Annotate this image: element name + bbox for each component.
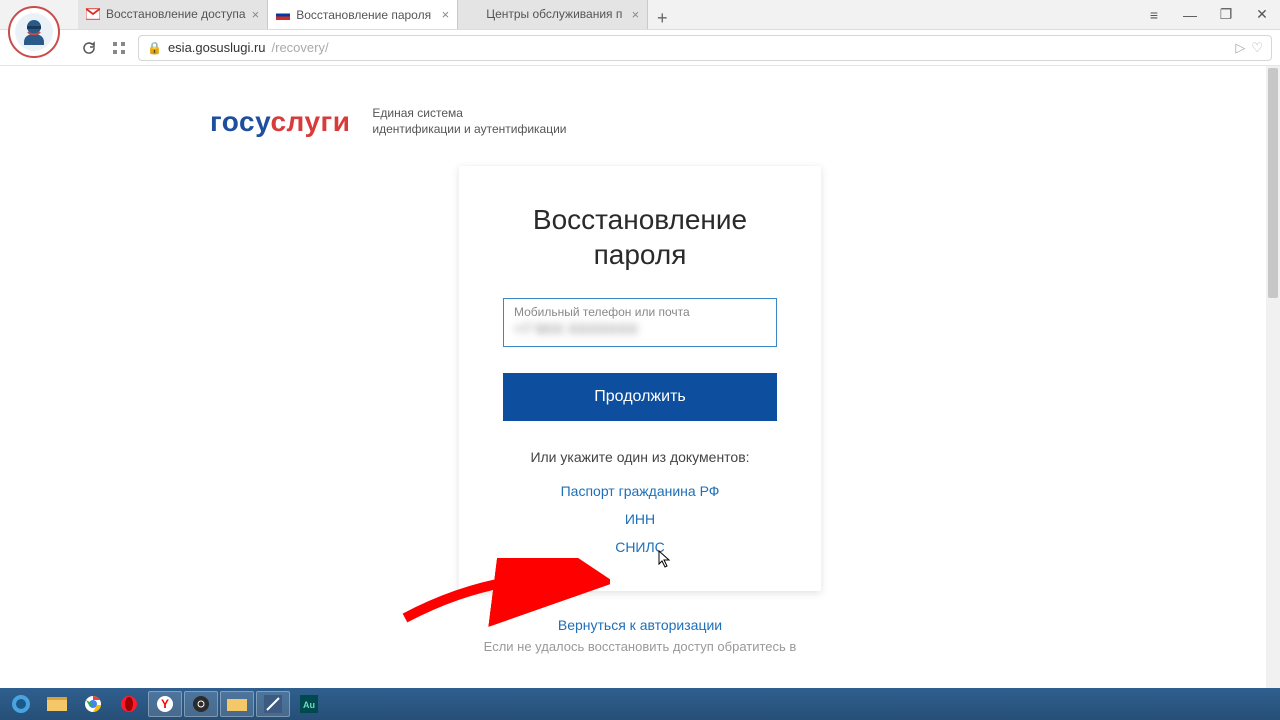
close-icon[interactable]: × [252,7,260,22]
close-icon[interactable]: × [442,7,450,22]
snils-link[interactable]: СНИЛС [615,539,665,555]
start-button[interactable] [4,691,38,717]
close-window-button[interactable]: ✕ [1244,0,1280,30]
tab-service-centers[interactable]: Центры обслуживания п × [458,0,648,29]
send-icon[interactable]: ▷ [1235,40,1245,56]
page-viewport: госуслуги Единая система идентификации и… [0,66,1280,688]
windows-taskbar: Y Au [0,688,1280,720]
taskbar-obs-icon[interactable] [184,691,218,717]
tab-label: Восстановление доступа [106,7,246,21]
tab-gmail-recovery[interactable]: Восстановление доступа × [78,0,268,29]
gosuslugi-logo: госуслуги [210,106,350,138]
ru-flag-icon [276,8,290,22]
address-bar[interactable]: 🔒 esia.gosuslugi.ru/recovery/ ▷ ♡ [138,35,1272,61]
inn-link[interactable]: ИНН [625,511,655,527]
taskbar-chrome-icon[interactable] [76,691,110,717]
continue-button[interactable]: Продолжить [503,373,777,421]
url-host: esia.gosuslugi.ru [168,40,266,55]
taskbar-editor-icon[interactable] [256,691,290,717]
input-value-masked: +7 9XX XXXXXXX [514,321,766,338]
taskbar-explorer-icon[interactable] [40,691,74,717]
back-to-login-link[interactable]: Вернуться к авторизации [558,617,722,633]
taskbar-yandex-icon[interactable]: Y [148,691,182,717]
taskbar-opera-icon[interactable] [112,691,146,717]
lock-icon: 🔒 [147,41,162,55]
site-header: госуслуги Единая система идентификации и… [210,106,1030,138]
close-icon[interactable]: × [632,7,640,22]
page-title: Восстановление пароля [503,202,777,272]
passport-link[interactable]: Паспорт гражданина РФ [561,483,720,499]
tab-label: Центры обслуживания п [486,7,625,21]
taskbar-audition-icon[interactable]: Au [292,691,326,717]
svg-text:Au: Au [303,700,315,710]
footer-cut-text: Если не удалось восстановить доступ обра… [460,639,820,654]
apps-grid-icon[interactable] [108,37,130,59]
url-path: /recovery/ [272,40,329,55]
blank-icon [466,7,480,21]
scrollbar[interactable] [1266,66,1280,688]
maximize-button[interactable]: ❐ [1208,0,1244,30]
tab-label: Восстановление пароля [296,8,435,22]
alt-documents-prompt: Или укажите один из документов: [530,449,749,465]
reload-button[interactable] [78,37,100,59]
recovery-card: Восстановление пароля Мобильный телефон … [459,166,821,591]
bookmark-icon[interactable]: ♡ [1251,40,1263,56]
browser-tab-strip: Восстановление доступа × Восстановление … [0,0,1280,30]
gmail-icon [86,7,100,21]
tab-esia-recovery[interactable]: Восстановление пароля × [268,0,458,29]
new-tab-button[interactable]: + [648,8,676,29]
logo-subtitle: Единая система идентификации и аутентифи… [372,106,566,137]
browser-profile-avatar[interactable] [8,6,60,58]
phone-or-email-input[interactable]: Мобильный телефон или почта +7 9XX XXXXX… [503,298,777,347]
svg-text:Y: Y [161,697,169,711]
minimize-button[interactable]: — [1172,0,1208,30]
taskbar-folder-icon[interactable] [220,691,254,717]
input-label: Мобильный телефон или почта [514,305,766,319]
address-bar-row: 🔒 esia.gosuslugi.ru/recovery/ ▷ ♡ [0,30,1280,66]
browser-menu-icon[interactable]: ≡ [1136,0,1172,30]
